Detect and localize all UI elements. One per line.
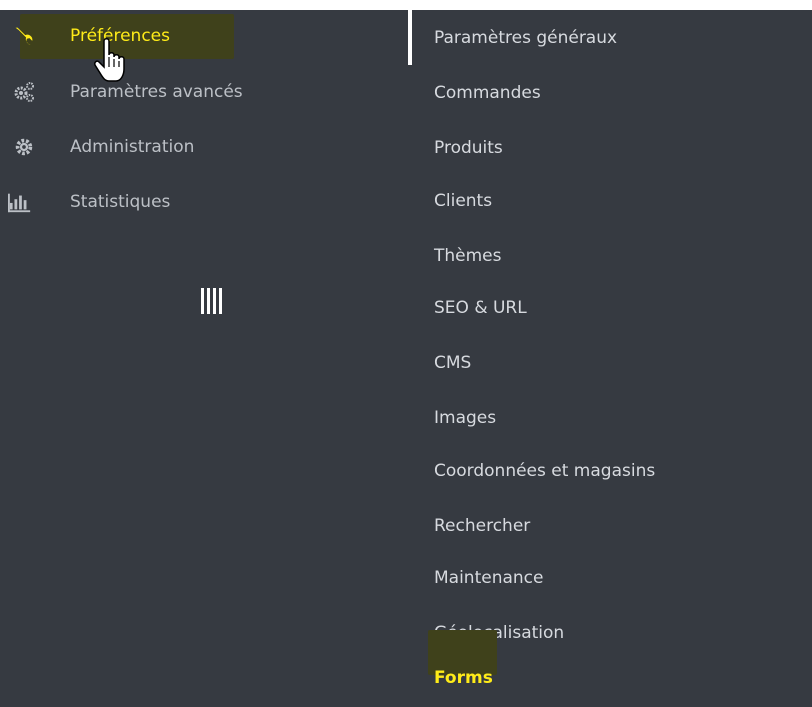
submenu-item-orders[interactable]: Commandes [434, 78, 541, 108]
submenu-item-contacts-stores[interactable]: Coordonnées et magasins [434, 456, 655, 486]
submenu-item-seo-url[interactable]: SEO & URL [434, 293, 527, 323]
gear-icon [12, 135, 36, 159]
gears-icon [12, 80, 36, 104]
submenu-item-themes[interactable]: Thèmes [434, 241, 502, 271]
submenu-item-maintenance[interactable]: Maintenance [434, 563, 543, 593]
submenu-item-cms[interactable]: CMS [434, 348, 471, 378]
vertical-bars-icon[interactable] [199, 288, 227, 314]
sidebar: Préférences Paramètres avancés Administr… [0, 10, 412, 707]
submenu-item-products[interactable]: Produits [434, 133, 503, 163]
sidebar-item-statistics[interactable]: Statistiques [0, 178, 412, 226]
sidebar-item-label: Statistiques [70, 192, 171, 212]
admin-menu: Préférences Paramètres avancés Administr… [0, 10, 812, 707]
hand-cursor-icon [92, 37, 130, 89]
submenu-item-forms[interactable]: Forms [434, 663, 493, 693]
sidebar-item-administration[interactable]: Administration [0, 123, 412, 171]
sidebar-item-preferences[interactable]: Préférences [0, 12, 412, 60]
wrench-icon [12, 24, 36, 48]
submenu: Paramètres généraux Commandes Produits C… [408, 10, 812, 707]
submenu-item-general[interactable]: Paramètres généraux [434, 23, 617, 53]
sidebar-item-label: Administration [70, 137, 195, 157]
submenu-item-customers[interactable]: Clients [434, 186, 492, 216]
submenu-item-images[interactable]: Images [434, 403, 496, 433]
submenu-item-search[interactable]: Rechercher [434, 511, 530, 541]
bar-chart-icon [8, 190, 32, 214]
sidebar-item-advanced-parameters[interactable]: Paramètres avancés [0, 68, 412, 116]
